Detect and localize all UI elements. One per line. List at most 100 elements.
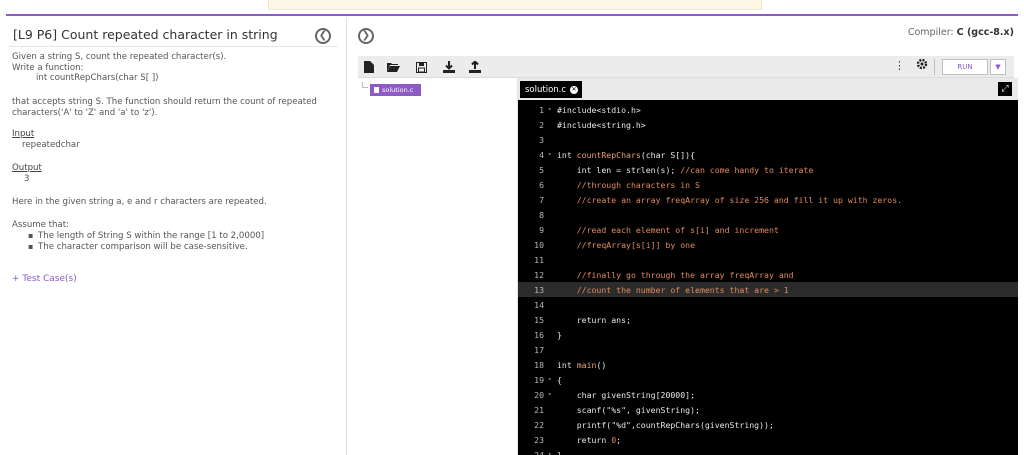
panel-divider[interactable] [346, 18, 347, 455]
save-icon[interactable] [414, 60, 428, 74]
compiler-value: C (gcc-8.x) [956, 27, 1014, 38]
file-icon [374, 87, 379, 93]
code-line[interactable]: 21 scanf("%s", givenString); [518, 402, 1018, 417]
line-number: 12 [534, 269, 544, 280]
file-tree-item-solution[interactable]: solution.c [370, 84, 421, 96]
code-line[interactable]: 9 //read each element of s[i] and increm… [518, 222, 1018, 237]
output-label: Output [12, 163, 42, 173]
code-line[interactable]: 11 [518, 252, 1018, 267]
code-line[interactable]: 6 //through characters in S [518, 177, 1018, 192]
upload-icon[interactable] [468, 60, 482, 74]
code-text: int len = strlen(s); //can come handy to… [557, 164, 814, 175]
line-number: 8 [539, 209, 544, 220]
code-text: printf("%d",countRepChars(givenString)); [557, 419, 774, 430]
line-number: 17 [534, 344, 544, 355]
code-line[interactable]: 17 [518, 342, 1018, 357]
assumption-item: The character comparison will be case-se… [28, 242, 248, 252]
settings-icon[interactable] [916, 58, 928, 73]
code-line[interactable]: 3 [518, 132, 1018, 147]
run-dropdown-icon[interactable]: ▼ [990, 59, 1006, 75]
fold-toggle-icon[interactable]: ▾ [548, 151, 557, 158]
code-line[interactable]: 19 ▾{ [518, 372, 1018, 387]
run-button[interactable]: RUN [942, 59, 988, 75]
code-text: { [557, 374, 562, 385]
fold-toggle-icon[interactable]: ▾ [548, 391, 557, 398]
code-line[interactable]: 2 #include<string.h> [518, 117, 1018, 132]
code-line[interactable]: 23 return 0; [518, 432, 1018, 447]
expand-panel-icon[interactable]: ❯ [358, 28, 374, 44]
line-number: 10 [534, 239, 544, 250]
code-line[interactable]: 4 ▾ int countRepChars(char S[]){ [518, 147, 1018, 162]
code-text: //read each element of s[i] and incremen… [576, 224, 779, 235]
line-number: 22 [534, 419, 544, 430]
code-text: //create an array freqArray of size 256 … [576, 194, 903, 205]
code-text: } [557, 449, 562, 455]
code-line[interactable]: 24 ▾} [518, 447, 1018, 455]
code-text: //finally go through the array freqArray… [576, 269, 794, 280]
line-number: 13 [534, 284, 544, 295]
more-vert-icon[interactable]: ⋮ [894, 59, 905, 72]
file-tree-item-label: solution.c [382, 86, 414, 94]
code-line[interactable]: 12 //finally go through the array freqAr… [518, 267, 1018, 282]
fold-toggle-icon[interactable]: ▾ [548, 376, 557, 383]
line-number: 4 [539, 149, 544, 160]
code-line[interactable]: 14 [518, 297, 1018, 312]
editor-tab-label: solution.c [525, 84, 567, 95]
compiler-selector[interactable]: Compiler: C (gcc-8.x) [908, 27, 1014, 38]
editor-tab-bar: solution.c ✕ ⤢ [518, 78, 1018, 100]
problem-description-2: Write a function: [12, 63, 84, 73]
function-signature: int countRepChars(char S[ ]) [36, 73, 159, 83]
assume-label: Assume that: [12, 220, 70, 230]
editor-tab-solution[interactable]: solution.c ✕ [520, 81, 582, 98]
problem-title: [L9 P6] Count repeated character in stri… [13, 27, 278, 42]
line-number: 16 [534, 329, 544, 340]
line-number: 3 [539, 134, 544, 145]
fold-toggle-icon[interactable]: ▾ [548, 451, 557, 455]
line-number: 21 [534, 404, 544, 415]
problem-description-3: that accepts string S. The function shou… [12, 97, 317, 107]
code-line[interactable]: 20 ▾ char givenString[20000]; [518, 387, 1018, 402]
fullscreen-icon[interactable]: ⤢ [998, 82, 1012, 96]
code-text: //count the number of elements that are … [576, 284, 789, 295]
code-line[interactable]: 10 //freqArray[s[i]] by one [518, 237, 1018, 252]
line-number: 2 [539, 119, 544, 130]
add-test-case-link[interactable]: + Test Case(s) [12, 274, 77, 284]
code-line[interactable]: 8 [518, 207, 1018, 222]
problem-panel: [L9 P6] Count repeated character in stri… [8, 22, 338, 455]
tree-branch [362, 82, 368, 88]
code-text: #include<stdio.h> [557, 104, 641, 115]
line-number: 23 [534, 434, 544, 445]
line-number: 1 [539, 104, 544, 115]
line-number: 18 [534, 359, 544, 370]
code-area[interactable]: 1 ▾ #include<stdio.h> 2 #include<string.h> 3 4… [518, 100, 1018, 455]
code-line[interactable]: 15 return ans; [518, 312, 1018, 327]
line-number: 9 [539, 224, 544, 235]
assumption-item: The length of String S within the range … [28, 231, 264, 241]
editor-toolbar: ⋮ RUN ▼ [358, 56, 1014, 78]
close-icon[interactable]: ✕ [570, 85, 579, 94]
code-line[interactable]: 18 int main() [518, 357, 1018, 372]
download-icon[interactable] [442, 60, 456, 74]
code-line[interactable]: 5 int len = strlen(s); //can come handy … [518, 162, 1018, 177]
top-accent-line [6, 14, 1018, 16]
toolbar-separator [934, 59, 935, 75]
code-text: //through characters in S [576, 179, 700, 190]
code-text: //freqArray[s[i]] by one [576, 239, 696, 250]
code-line[interactable]: 7 //create an array freqArray of size 25… [518, 192, 1018, 207]
code-line[interactable]: 22 printf("%d",countRepChars(givenString… [518, 417, 1018, 432]
line-number: 19 [534, 374, 544, 385]
fold-toggle-icon[interactable]: ▾ [548, 106, 557, 113]
code-line[interactable]: 16} [518, 327, 1018, 342]
output-value: 3 [24, 174, 30, 184]
code-text: } [557, 329, 562, 340]
problem-description-4: characters('A' to 'Z' and 'a' to 'z'). [12, 108, 158, 118]
top-notification-bar [268, 0, 762, 10]
new-file-icon[interactable] [362, 60, 376, 74]
collapse-panel-icon[interactable]: ❮ [315, 28, 331, 44]
open-folder-icon[interactable] [386, 60, 400, 74]
code-line[interactable]: 13 //count the number of elements that a… [518, 282, 1018, 297]
line-number: 7 [539, 194, 544, 205]
code-editor[interactable]: solution.c ✕ ⤢ 1 ▾ #include<stdio.h> 2 #incl… [518, 78, 1018, 455]
code-text: int countRepChars(char S[]){ [557, 149, 696, 160]
code-line[interactable]: 1 ▾ #include<stdio.h> [518, 102, 1018, 117]
